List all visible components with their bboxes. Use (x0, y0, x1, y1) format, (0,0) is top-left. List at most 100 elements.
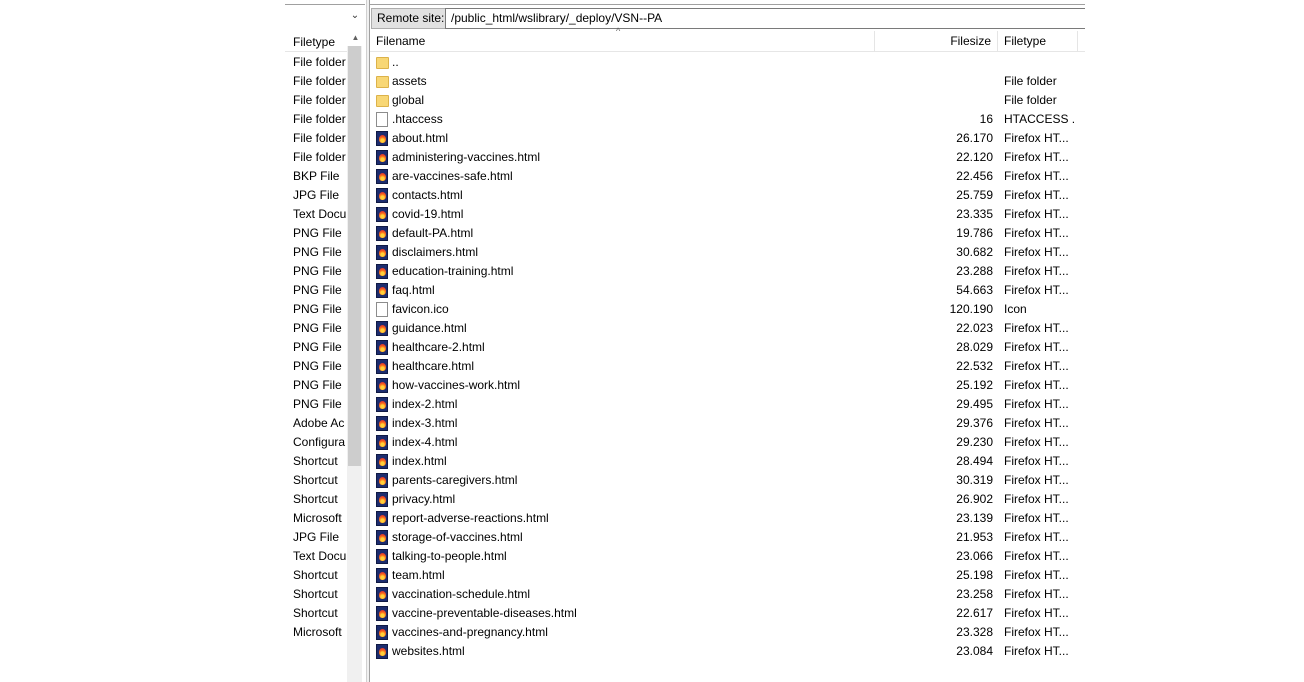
firefox-html-icon (376, 587, 388, 602)
file-type: Firefox HT... (1004, 606, 1069, 620)
file-row[interactable]: talking-to-people.html 23.066 Firefox HT..… (370, 547, 1085, 566)
file-row[interactable]: parents-caregivers.html 30.319 Firefox HT.… (370, 471, 1085, 490)
file-row[interactable]: default-PA.html 19.786 Firefox HT... (370, 224, 1085, 243)
folder-icon (376, 76, 389, 88)
local-list-item[interactable]: Text Docu (285, 547, 347, 566)
local-list-item[interactable]: Shortcut (285, 604, 347, 623)
file-name: team.html (392, 568, 445, 582)
scrollbar-thumb[interactable] (348, 46, 361, 466)
column-header-filetype[interactable]: Filetype (998, 31, 1078, 52)
local-list-item[interactable]: File folder (285, 53, 347, 72)
file-type: Firefox HT... (1004, 378, 1069, 392)
file-row[interactable]: .htaccess 16 HTACCESS ... (370, 110, 1085, 129)
column-header-filename[interactable]: Filename (370, 31, 875, 52)
column-header-label: Filetype (293, 35, 336, 49)
local-list-item[interactable]: File folder (285, 148, 347, 167)
file-row[interactable]: healthcare.html 22.532 Firefox HT... (370, 357, 1085, 376)
file-row[interactable]: .. (370, 53, 1085, 72)
local-list-item[interactable]: PNG File (285, 395, 347, 414)
local-list-item[interactable]: PNG File (285, 224, 347, 243)
file-size: 23.328 (956, 625, 993, 639)
file-row[interactable]: contacts.html 25.759 Firefox HT... (370, 186, 1085, 205)
local-list-item[interactable]: PNG File (285, 243, 347, 262)
file-size: 23.084 (956, 644, 993, 658)
file-row[interactable]: how-vaccines-work.html 25.192 Firefox HT..… (370, 376, 1085, 395)
file-row[interactable]: index-2.html 29.495 Firefox HT... (370, 395, 1085, 414)
local-list-item[interactable]: PNG File (285, 357, 347, 376)
firefox-html-icon (376, 283, 388, 298)
file-row[interactable]: about.html 26.170 Firefox HT... (370, 129, 1085, 148)
file-type: Firefox HT... (1004, 150, 1069, 164)
file-name: vaccines-and-pregnancy.html (392, 625, 548, 639)
file-row[interactable]: report-adverse-reactions.html 23.139 Firef… (370, 509, 1085, 528)
local-list-item[interactable]: Shortcut (285, 585, 347, 604)
file-name: how-vaccines-work.html (392, 378, 521, 392)
local-list-item[interactable]: PNG File (285, 281, 347, 300)
local-list-item[interactable]: PNG File (285, 319, 347, 338)
file-name: healthcare.html (392, 359, 475, 373)
firefox-html-icon (376, 378, 388, 393)
local-list-item[interactable]: File folder (285, 129, 347, 148)
firefox-html-icon (376, 188, 388, 203)
firefox-html-icon (376, 625, 388, 640)
file-row[interactable]: global File folder (370, 91, 1085, 110)
local-list-item[interactable]: Microsoft (285, 623, 347, 642)
file-row[interactable]: healthcare-2.html 28.029 Firefox HT... (370, 338, 1085, 357)
file-type: Firefox HT... (1004, 549, 1069, 563)
file-row[interactable]: favicon.ico 120.190 Icon (370, 300, 1085, 319)
file-row[interactable]: team.html 25.198 Firefox HT... (370, 566, 1085, 585)
local-column-header-filetype[interactable]: Filetype (285, 31, 347, 52)
file-row[interactable]: education-training.html 23.288 Firefox HT.… (370, 262, 1085, 281)
column-header-filesize[interactable]: Filesize (875, 31, 998, 52)
file-row[interactable]: disclaimers.html 30.682 Firefox HT... (370, 243, 1085, 262)
file-row[interactable]: privacy.html 26.902 Firefox HT... (370, 490, 1085, 509)
file-row[interactable]: guidance.html 22.023 Firefox HT... (370, 319, 1085, 338)
file-row[interactable]: covid-19.html 23.335 Firefox HT... (370, 205, 1085, 224)
file-row[interactable]: assets File folder (370, 72, 1085, 91)
local-list-item[interactable]: JPG File (285, 186, 347, 205)
file-row[interactable]: vaccination-schedule.html 23.258 Firefox H… (370, 585, 1085, 604)
remote-path-input[interactable]: /public_html/wslibrary/_deploy/VSN--PA (445, 8, 1085, 29)
file-row[interactable]: are-vaccines-safe.html 22.456 Firefox HT..… (370, 167, 1085, 186)
local-list-item[interactable]: Shortcut (285, 566, 347, 585)
local-list-item[interactable]: File folder (285, 110, 347, 129)
local-list-item[interactable]: BKP File (285, 167, 347, 186)
local-list-item[interactable]: Adobe Ac (285, 414, 347, 433)
file-size: 25.759 (956, 188, 993, 202)
local-list-item[interactable]: JPG File (285, 528, 347, 547)
local-list-item[interactable]: Microsoft (285, 509, 347, 528)
local-list-item[interactable]: PNG File (285, 262, 347, 281)
local-list-item[interactable]: File folder (285, 91, 347, 110)
firefox-html-icon (376, 131, 388, 146)
file-name: assets (392, 74, 427, 88)
local-list-item[interactable]: PNG File (285, 376, 347, 395)
local-list-item[interactable]: PNG File (285, 300, 347, 319)
local-list-item[interactable]: Shortcut (285, 490, 347, 509)
firefox-html-icon (376, 473, 388, 488)
local-list-item[interactable]: Shortcut (285, 471, 347, 490)
file-size: 23.288 (956, 264, 993, 278)
file-row[interactable]: vaccines-and-pregnancy.html 23.328 Firefox… (370, 623, 1085, 642)
scroll-up-icon[interactable]: ▲ (349, 31, 362, 45)
file-size: 30.682 (956, 245, 993, 259)
chevron-down-icon[interactable]: ⌄ (349, 10, 361, 22)
local-list-item[interactable]: Configura (285, 433, 347, 452)
file-row[interactable]: index.html 28.494 Firefox HT... (370, 452, 1085, 471)
local-list-item[interactable]: Shortcut (285, 452, 347, 471)
file-row[interactable]: index-4.html 29.230 Firefox HT... (370, 433, 1085, 452)
file-row[interactable]: storage-of-vaccines.html 21.953 Firefox HT… (370, 528, 1085, 547)
firefox-html-icon (376, 568, 388, 583)
file-name: contacts.html (392, 188, 463, 202)
file-row[interactable]: websites.html 23.084 Firefox HT... (370, 642, 1085, 661)
local-site-bar: ⌄ (285, 4, 365, 29)
file-row[interactable]: administering-vaccines.html 22.120 Firefox… (370, 148, 1085, 167)
file-row[interactable]: index-3.html 29.376 Firefox HT... (370, 414, 1085, 433)
firefox-html-icon (376, 549, 388, 564)
file-name: global (392, 93, 425, 107)
file-row[interactable]: vaccine-preventable-diseases.html 22.617 F… (370, 604, 1085, 623)
file-icon (376, 112, 388, 127)
file-row[interactable]: faq.html 54.663 Firefox HT... (370, 281, 1085, 300)
local-list-item[interactable]: PNG File (285, 338, 347, 357)
local-list-item[interactable]: Text Docu (285, 205, 347, 224)
local-list-item[interactable]: File folder (285, 72, 347, 91)
